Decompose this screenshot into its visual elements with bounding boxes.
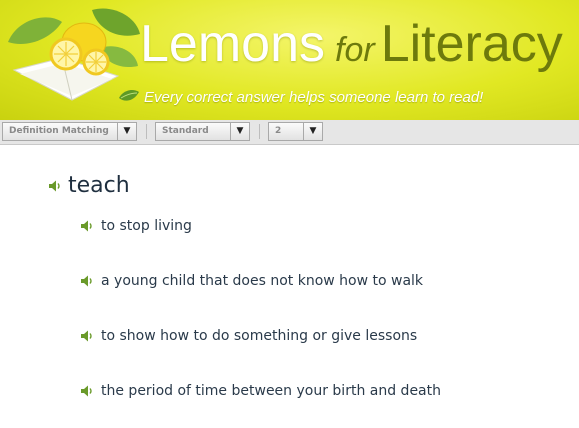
title-word-lemons: Lemons — [140, 15, 325, 73]
mode-select-value: Definition Matching — [9, 126, 109, 136]
answer-option-3[interactable]: to show how to do something or give less… — [80, 325, 417, 344]
chevron-down-icon[interactable]: ▼ — [117, 123, 136, 140]
mode-select[interactable]: Definition Matching ▼ — [2, 122, 137, 141]
toolbar: Definition Matching ▼ Standard ▼ 2 ▼ — [0, 120, 579, 145]
answer-option-text[interactable]: a young child that does not know how to … — [101, 273, 423, 289]
speaker-icon[interactable] — [80, 329, 94, 343]
answer-option-4[interactable]: the period of time between your birth an… — [80, 380, 441, 399]
speaker-icon[interactable] — [80, 384, 94, 398]
answer-option-2[interactable]: a young child that does not know how to … — [80, 270, 423, 289]
level-select-value: 2 — [275, 126, 282, 136]
answer-option-text[interactable]: the period of time between your birth an… — [101, 383, 441, 399]
speaker-icon[interactable] — [80, 219, 94, 233]
page-title: Lemons for Literacy — [140, 18, 563, 70]
chevron-down-icon[interactable]: ▼ — [230, 123, 249, 140]
difficulty-select-value: Standard — [162, 126, 209, 136]
difficulty-select[interactable]: Standard ▼ — [155, 122, 250, 141]
title-word-for: for — [335, 31, 375, 69]
speaker-icon[interactable] — [80, 274, 94, 288]
toolbar-divider — [146, 124, 147, 139]
title-word-literacy: Literacy — [380, 15, 563, 73]
tagline-text: Every correct answer helps someone learn… — [144, 89, 484, 106]
question-word: teach — [68, 173, 130, 198]
level-select[interactable]: 2 ▼ — [268, 122, 323, 141]
chevron-down-icon[interactable]: ▼ — [303, 123, 322, 140]
question-word-row: teach — [48, 173, 130, 198]
answer-option-text[interactable]: to stop living — [101, 218, 192, 234]
answer-option-text[interactable]: to show how to do something or give less… — [101, 328, 417, 344]
toolbar-divider — [259, 124, 260, 139]
tagline: Every correct answer helps someone learn… — [117, 89, 483, 106]
speaker-icon[interactable] — [48, 179, 62, 193]
header-banner: Lemons for Literacy Every correct answer h… — [0, 0, 579, 120]
answer-option-1[interactable]: to stop living — [80, 215, 192, 234]
